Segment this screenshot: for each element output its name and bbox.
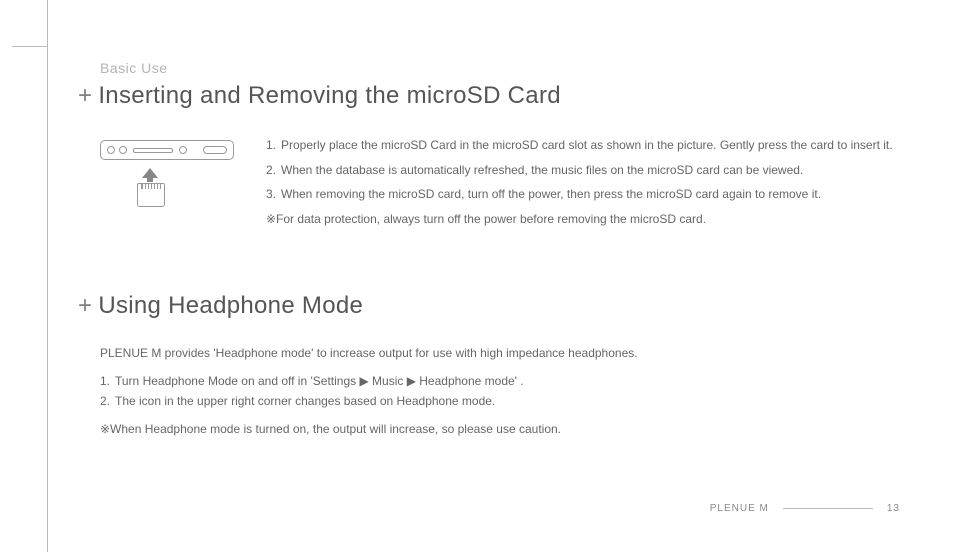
margin-tick [12,46,47,47]
list-item: 2. The icon in the upper right corner ch… [100,394,900,408]
list-item: 2. When the database is automatically re… [266,161,893,180]
device-top-edge [100,140,234,160]
footer-rule [783,508,873,509]
page-content: Basic Use +Inserting and Removing the mi… [78,60,900,436]
up-arrow-icon [142,168,158,178]
heading-headphone: +Using Headphone Mode [78,292,900,320]
heading-headphone-text: Using Headphone Mode [98,292,363,319]
section2-note: ※When Headphone mode is turned on, the o… [100,422,900,436]
section2-intro: PLENUE M provides 'Headphone mode' to in… [100,346,900,360]
section1-body: 1. Properly place the microSD Card in th… [100,136,900,228]
list-item: 1. Properly place the microSD Card in th… [266,136,893,155]
left-margin-rule [47,0,48,552]
microsd-illustration [100,136,240,207]
page-number: 13 [887,503,900,514]
plus-icon: + [78,82,92,109]
list-item: 3. When removing the microSD card, turn … [266,185,893,204]
manual-page: Basic Use +Inserting and Removing the mi… [0,0,954,552]
section-label: Basic Use [100,60,900,76]
heading-microsd-text: Inserting and Removing the microSD Card [98,82,561,109]
section2-list: 1. Turn Headphone Mode on and off in 'Se… [100,374,900,408]
section1-note: ※For data protection, always turn off th… [266,210,893,229]
plus-icon: + [78,292,92,319]
footer-brand: PLENUE M [710,503,769,514]
heading-microsd: +Inserting and Removing the microSD Card [78,82,900,110]
microsd-card-icon [137,183,165,207]
section2: +Using Headphone Mode PLENUE M provides … [78,292,900,436]
page-footer: PLENUE M 13 [710,503,900,514]
section1-list: 1. Properly place the microSD Card in th… [266,136,893,228]
list-item: 1. Turn Headphone Mode on and off in 'Se… [100,374,900,388]
